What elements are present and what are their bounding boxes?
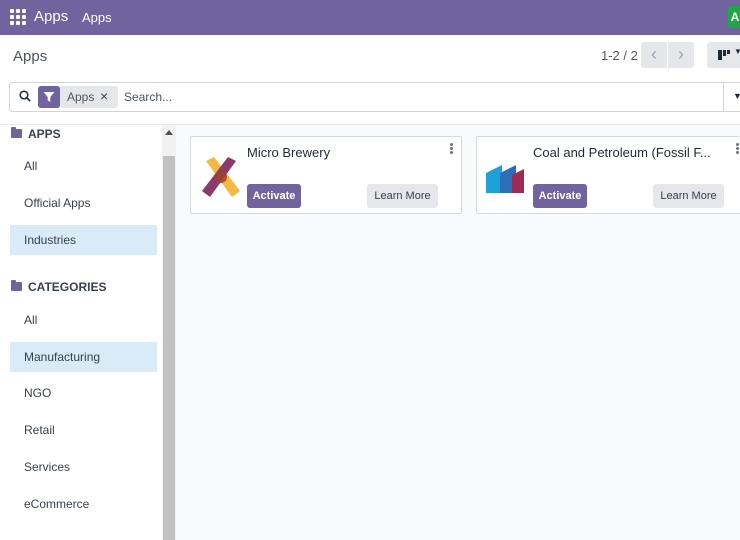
nav-brand[interactable]: Apps xyxy=(34,8,68,25)
filter-icon xyxy=(38,86,60,108)
sidebar-item-manufacturing[interactable]: Manufacturing xyxy=(10,342,157,372)
learn-more-button[interactable]: Learn More xyxy=(367,184,438,208)
section-title-categories: CATEGORIES xyxy=(28,280,107,294)
sidebar-item-retail[interactable]: Retail xyxy=(10,415,157,445)
more-options-icon[interactable] xyxy=(450,143,454,155)
facet-remove-icon[interactable]: × xyxy=(100,88,108,104)
nav-menu-apps[interactable]: Apps xyxy=(82,10,112,25)
breadcrumb: Apps xyxy=(13,48,48,65)
avatar[interactable]: A xyxy=(728,6,740,28)
sidebar-item-ecommerce[interactable]: eCommerce xyxy=(10,489,157,519)
sidebar-item-ngo[interactable]: NGO xyxy=(10,378,157,408)
chevron-left-icon: ‹ xyxy=(651,44,657,64)
section-title-apps: APPS xyxy=(28,127,61,141)
kanban-view-icon xyxy=(718,50,730,60)
pager-next-button[interactable]: › xyxy=(668,42,694,68)
top-navbar: Apps Apps A xyxy=(0,0,740,35)
pager-value[interactable]: 1-2 / 2 xyxy=(601,48,638,63)
search-icon[interactable] xyxy=(19,90,31,102)
view-switcher-button[interactable]: ▼ xyxy=(707,42,740,68)
learn-more-button[interactable]: Learn More xyxy=(653,184,724,208)
sidebar-item-all-categories[interactable]: All xyxy=(10,305,157,335)
search-input[interactable] xyxy=(124,88,714,106)
scroll-up-icon[interactable] xyxy=(165,130,173,135)
activate-button[interactable]: Activate xyxy=(247,184,301,208)
caret-down-icon: ▼ xyxy=(734,47,740,56)
more-options-icon[interactable] xyxy=(736,143,740,155)
search-facet: Apps × xyxy=(38,86,118,108)
facet-label: Apps xyxy=(67,90,95,104)
app-card-micro-brewery[interactable]: Micro Brewery Activate Learn More xyxy=(190,136,462,214)
folder-icon xyxy=(11,280,22,291)
caret-down-icon: ▼ xyxy=(733,91,740,101)
search-options-toggle[interactable]: ▼ xyxy=(723,83,740,111)
control-panel: Apps 1-2 / 2 ‹ › ▼ Apps × ▼ xyxy=(0,35,740,125)
folder-icon xyxy=(11,127,22,138)
bottle-logo-icon xyxy=(202,157,240,197)
sidebar-scrollbar[interactable] xyxy=(162,125,176,540)
sidebar: APPS All Official Apps Industries CATEGO… xyxy=(0,125,162,540)
sidebar-item-official-apps[interactable]: Official Apps xyxy=(10,188,157,218)
app-title: Coal and Petroleum (Fossil F... xyxy=(533,145,711,160)
scrollbar-thumb[interactable] xyxy=(163,156,175,540)
chevron-right-icon: › xyxy=(678,44,684,64)
search-bar: Apps × ▼ xyxy=(9,82,740,112)
sidebar-item-industries[interactable]: Industries xyxy=(10,225,157,255)
activate-button[interactable]: Activate xyxy=(533,184,587,208)
pager-previous-button[interactable]: ‹ xyxy=(641,42,667,68)
sidebar-item-all-apps[interactable]: All xyxy=(10,151,157,181)
app-title: Micro Brewery xyxy=(247,145,331,160)
grid-icon[interactable] xyxy=(10,9,26,25)
sidebar-item-services[interactable]: Services xyxy=(10,452,157,482)
industry-logo-icon xyxy=(486,165,524,193)
app-card-coal-petroleum[interactable]: Coal and Petroleum (Fossil F... Activate… xyxy=(476,136,740,214)
